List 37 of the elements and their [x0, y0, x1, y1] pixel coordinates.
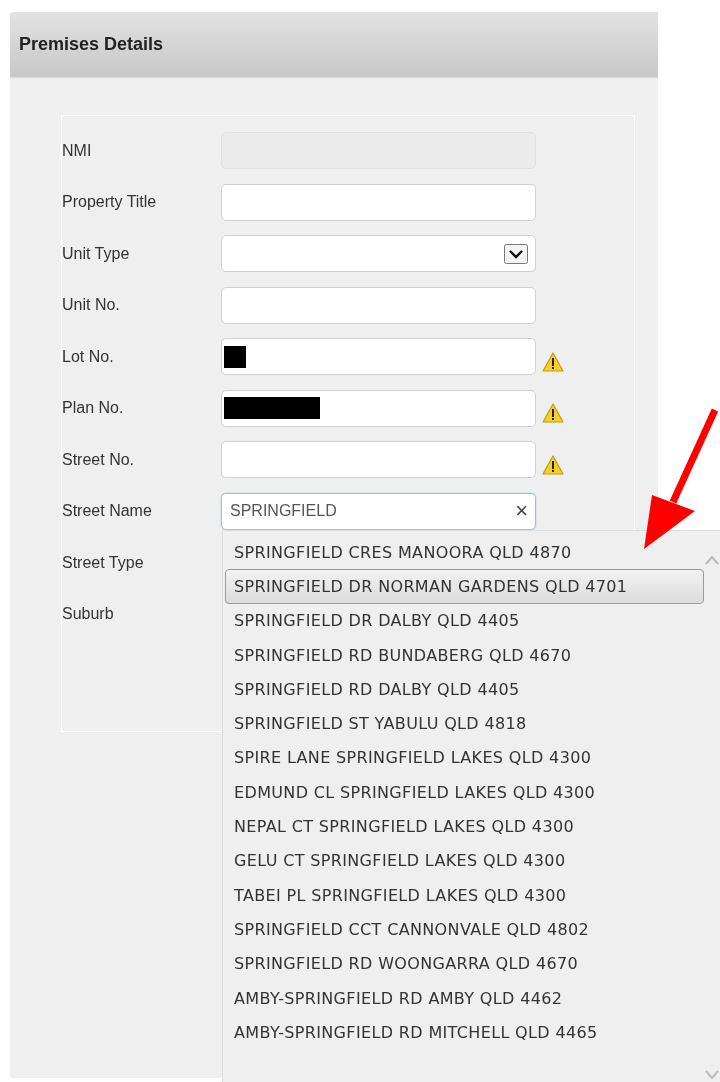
field-label: NMI: [62, 141, 93, 160]
field-label: Street No.: [62, 450, 136, 469]
search-field[interactable]: SPRINGFIELD ×: [221, 492, 536, 530]
suggestion-item[interactable]: SPRINGFIELD CRES MANOORA QLD 4870: [225, 535, 704, 570]
field-label: Street Type: [62, 553, 145, 572]
field-label: Plan No.: [62, 399, 125, 417]
field-label: Unit Type: [62, 244, 131, 263]
input-field[interactable]: [221, 183, 536, 221]
field-label: Lot No.: [62, 347, 115, 366]
suggestion-item[interactable]: AMBY-SPRINGFIELD RD AMBY QLD 4462: [225, 980, 704, 1016]
suggestion-item[interactable]: EDMUND CL SPRINGFIELD LAKES QLD 4300: [225, 775, 704, 810]
suggestion-item[interactable]: SPRINGFIELD DR NORMAN GARDENS QLD 4701: [225, 569, 704, 604]
field-label: Unit No.: [62, 296, 121, 314]
suggestion-item[interactable]: SPRINGFIELD DR DALBY QLD 4405: [225, 603, 704, 638]
scroll-up-icon[interactable]: [705, 555, 719, 565]
suggestion-item[interactable]: SPIRE LANE SPRINGFIELD LAKES QLD 4300: [225, 740, 704, 776]
suggestion-item[interactable]: SPRINGFIELD RD BUNDABERG QLD 4670: [225, 637, 704, 673]
input-field[interactable]: [221, 389, 536, 427]
field-label: Street Name: [62, 502, 153, 520]
input-field[interactable]: [221, 338, 536, 375]
suggestion-item[interactable]: SPRINGFIELD RD DALBY QLD 4405: [225, 672, 704, 707]
input-field[interactable]: [221, 286, 536, 324]
suggestion-item[interactable]: AMBY-SPRINGFIELD RD MITCHELL QLD 4465: [225, 1015, 704, 1050]
scroll-down-icon[interactable]: [705, 1070, 719, 1080]
suggestion-item[interactable]: SPRINGFIELD ST YABULU QLD 4818: [225, 706, 704, 741]
field-label: Property Title: [62, 193, 158, 211]
suggestion-item[interactable]: SPRINGFIELD RD WOONGARRA QLD 4670: [225, 946, 704, 981]
chevron-down-icon[interactable]: [504, 243, 528, 264]
suggestion-item[interactable]: SPRINGFIELD CCT CANNONVALE QLD 4802: [225, 912, 704, 947]
input-field[interactable]: [221, 441, 536, 478]
panel-title: Premises Details: [19, 34, 164, 55]
suggestion-item[interactable]: NEPAL CT SPRINGFIELD LAKES QLD 4300: [225, 809, 704, 844]
dropdown-field[interactable]: [221, 235, 536, 272]
suggestion-item[interactable]: TABEI PL SPRINGFIELD LAKES QLD 4300: [225, 877, 704, 913]
clear-button[interactable]: ×: [515, 500, 528, 522]
suggestion-item[interactable]: GELU CT SPRINGFIELD LAKES QLD 4300: [225, 843, 704, 878]
field-label: Suburb: [62, 605, 115, 623]
